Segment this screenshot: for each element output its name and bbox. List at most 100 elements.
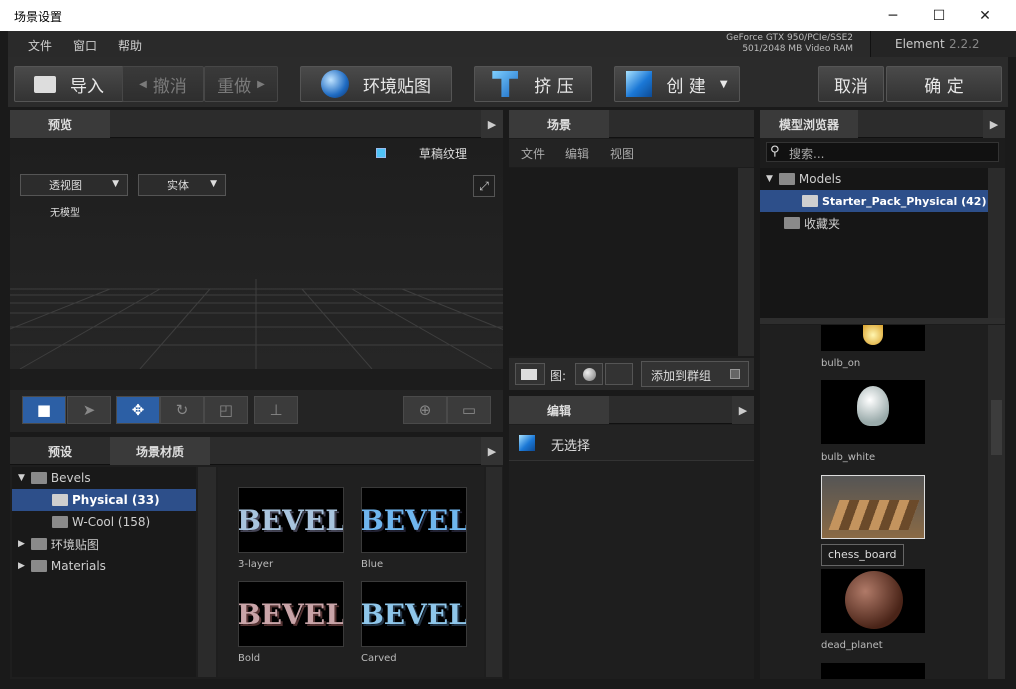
tab-model-browser[interactable]: 模型浏览器 [760, 110, 858, 138]
preset-thumb[interactable]: BEVEL 3-layer [238, 487, 344, 570]
env-map-button[interactable]: 环境贴图 [300, 66, 452, 102]
search-field[interactable]: ⚲ 搜索... [766, 142, 999, 162]
model-thumb[interactable] [821, 569, 925, 633]
gpu-ram: 501/2048 MB Video RAM [742, 44, 853, 54]
minimize-button[interactable]: ─ [870, 0, 916, 31]
model-thumb[interactable] [821, 380, 925, 444]
tree-item-physical[interactable]: Physical (33) [12, 489, 196, 511]
tab-scene-materials[interactable]: 场景材质 [110, 437, 210, 465]
scale-icon[interactable]: ◰ [204, 396, 248, 424]
tab-presets[interactable]: 预设 [10, 437, 110, 465]
tab-scene[interactable]: 场景 [509, 110, 609, 138]
extrude-button[interactable]: 挤 压 [474, 66, 592, 102]
menu-file[interactable]: 文件 [28, 37, 52, 54]
tab-edit[interactable]: 编辑 [509, 396, 609, 424]
sphere-icon[interactable] [575, 363, 603, 385]
tree-item-starter-pack[interactable]: Starter_Pack_Physical (42) [760, 190, 988, 212]
camera-icon[interactable]: ■ [22, 396, 66, 424]
render-mode-dropdown[interactable]: 实体 ▼ [138, 174, 226, 196]
menu-help[interactable]: 帮助 [118, 37, 142, 54]
model-thumb[interactable] [821, 325, 925, 351]
scene-scrollbar[interactable] [738, 168, 754, 356]
model-thumb[interactable] [821, 475, 925, 539]
panel-menu-arrow-icon[interactable]: ▶ [983, 110, 1005, 138]
preset-image: BEVEL [361, 581, 467, 647]
no-selection-label: 无选择 [551, 439, 591, 454]
panel-menu-arrow-icon[interactable]: ▶ [481, 110, 503, 138]
add-to-group-button[interactable]: 添加到群组 [641, 361, 749, 387]
create-button[interactable]: 创 建 ▼ [614, 66, 740, 102]
panel-menu-arrow-icon[interactable]: ▶ [732, 396, 754, 424]
browser-tree-scrollbar[interactable] [988, 168, 1005, 318]
edit-selection-row: 无选择 [509, 425, 754, 461]
monitor-icon[interactable]: ▭ [447, 396, 491, 424]
folder-icon [34, 75, 56, 93]
undo-label: 撤消 [152, 76, 187, 97]
target-icon[interactable]: ⊕ [403, 396, 447, 424]
rotate-icon[interactable]: ↻ [160, 396, 204, 424]
axis-icon[interactable]: ⊥ [254, 396, 298, 424]
add-folder-icon[interactable] [515, 363, 545, 385]
splitter[interactable] [760, 318, 1005, 324]
model-list-scrollbar[interactable] [988, 325, 1005, 679]
cancel-button[interactable]: 取消 [818, 66, 884, 102]
view-mode-dropdown[interactable]: 透视图 ▼ [20, 174, 128, 196]
maximize-button[interactable]: ☐ [916, 0, 962, 31]
model-label: bulb_white [821, 452, 876, 463]
tree-label: 收藏夹 [804, 216, 841, 231]
expand-down-icon: ▼ [766, 174, 773, 184]
extrude-icon [492, 71, 519, 97]
draft-texture-checkbox[interactable] [376, 148, 386, 158]
expand-viewport-icon[interactable]: ⤢ [473, 175, 495, 197]
tree-item-models[interactable]: ▼ Models [766, 168, 841, 190]
preset-image: BEVEL [238, 581, 344, 647]
app-name: Element [895, 37, 945, 51]
tree-item-materials[interactable]: ▶ Materials [18, 555, 106, 577]
dropdown-caret-icon: ▼ [719, 78, 728, 90]
ok-button[interactable]: 确 定 [886, 66, 1002, 102]
scene-menu-file[interactable]: 文件 [521, 145, 545, 162]
folder-icon [778, 173, 795, 185]
panel-menu-arrow-icon[interactable]: ▶ [481, 437, 503, 465]
gpu-info: GeForce GTX 950/PCIe/SSE2 501/2048 MB Vi… [708, 33, 853, 55]
undo-button[interactable]: ◀ 撤消 [122, 66, 204, 102]
close-button[interactable]: ✕ [962, 0, 1008, 31]
scene-menu-view[interactable]: 视图 [610, 145, 634, 162]
scene-list[interactable] [509, 168, 738, 356]
redo-button[interactable]: 重做 ▶ [204, 66, 278, 102]
bulb-white-icon [857, 386, 889, 426]
tree-item-favorites[interactable]: 收藏夹 [784, 212, 840, 234]
preset-thumb[interactable]: BEVEL Bold [238, 581, 344, 664]
move-icon[interactable]: ✥ [116, 396, 160, 424]
tree-item-env-maps[interactable]: ▶ 环境贴图 [18, 533, 99, 555]
model-browser-panel: 模型浏览器 ▶ ⚲ 搜索... ▼ Models Starter_Pack_Phy… [760, 110, 1005, 679]
cancel-label: 取消 [834, 76, 868, 97]
tab-preview[interactable]: 预览 [10, 110, 110, 138]
edit-panel: 编辑 ▶ 无选择 [509, 396, 754, 679]
ground-grid [10, 279, 503, 369]
menu-window[interactable]: 窗口 [73, 37, 97, 54]
browser-header: 模型浏览器 ▶ [760, 110, 1005, 138]
tree-label: W-Cool (158) [72, 515, 151, 529]
add-to-group-label: 添加到群组 [651, 369, 712, 383]
scene-menu-edit[interactable]: 编辑 [565, 145, 589, 162]
tree-item-bevels[interactable]: ▼ Bevels [18, 467, 196, 489]
preset-thumb[interactable]: BEVEL Blue [361, 487, 467, 570]
planet-icon [845, 571, 903, 629]
tree-item-wcool[interactable]: W-Cool (158) [52, 511, 150, 533]
preview-header: 预览 ▶ [10, 110, 503, 138]
tree-scrollbar[interactable] [198, 467, 216, 677]
model-thumb[interactable] [821, 663, 925, 679]
create-label: 创 建 [666, 76, 706, 97]
tree-label: 环境贴图 [50, 537, 99, 552]
preset-thumb[interactable]: BEVEL Carved [361, 581, 467, 664]
texture-icon[interactable] [605, 363, 633, 385]
tree-label: Materials [50, 559, 106, 573]
scene-menubar: 文件 编辑 视图 [509, 139, 754, 167]
select-arrow-icon[interactable]: ➤ [67, 396, 111, 424]
viewport[interactable]: 草稿纹理 透视图 ▼ 实体 ▼ ⤢ 无模型 [10, 139, 503, 369]
presets-header: 预设 场景材质 ▶ [10, 437, 503, 465]
import-button[interactable]: 导入 [14, 66, 124, 102]
thumbs-scrollbar[interactable] [486, 467, 502, 677]
scrollbar-thumb[interactable] [991, 400, 1002, 455]
